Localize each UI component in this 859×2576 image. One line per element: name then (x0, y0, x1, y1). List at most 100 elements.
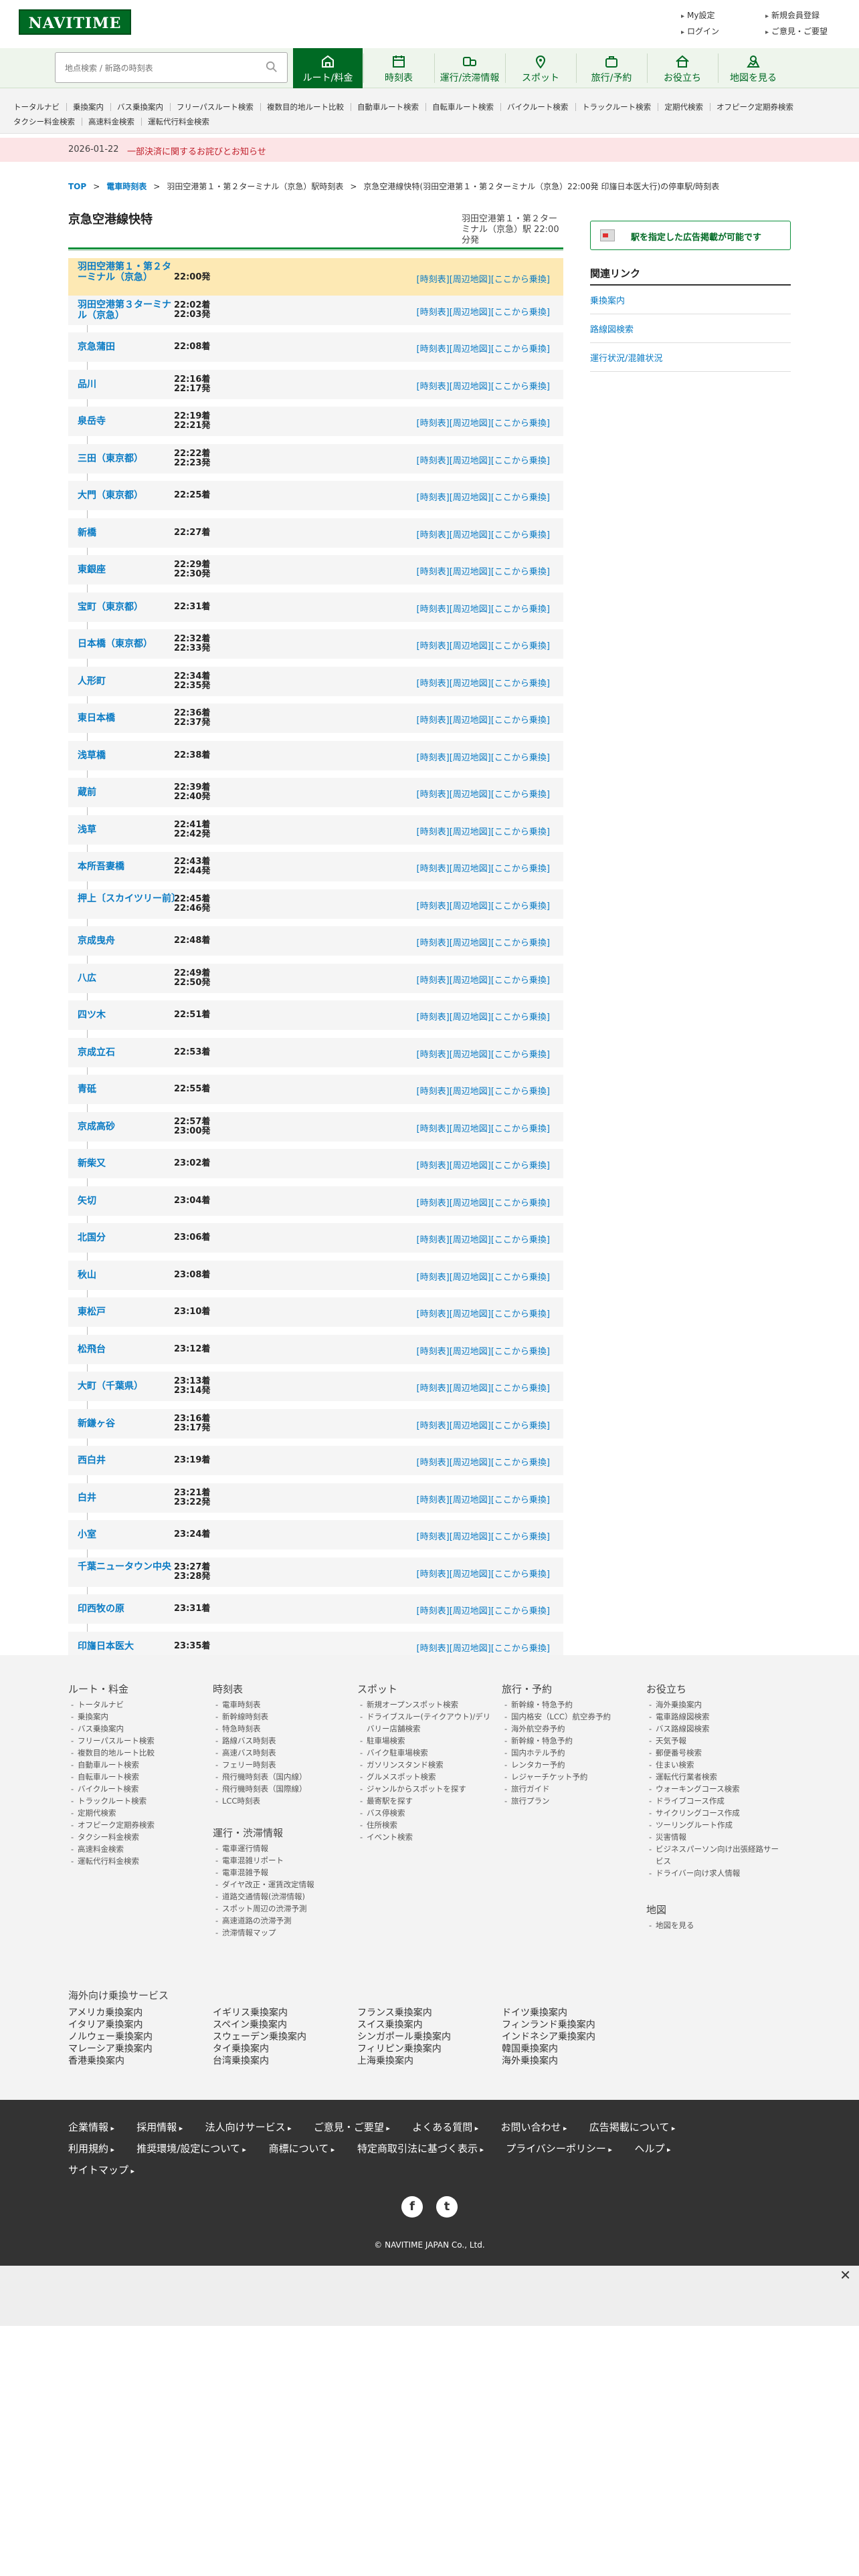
sitemap-link[interactable]: 飛行機時刻表（国際線） (213, 1783, 350, 1795)
stop-link-timetable[interactable]: [時刻表] (417, 679, 450, 689)
stop-name[interactable]: 泉岳寺 (78, 416, 178, 427)
sitemap-link[interactable]: ビジネスパーソン向け出張経路サービス (646, 1843, 783, 1867)
sitemap-link[interactable]: 渋滞情報マップ (213, 1927, 350, 1939)
stop-name[interactable]: 大町（千葉県） (78, 1381, 178, 1392)
stop-name[interactable]: 東日本橋 (78, 713, 178, 724)
stop-name[interactable]: 三田（東京都） (78, 453, 178, 464)
stop-name[interactable]: 千葉ニュータウン中央 (78, 1562, 178, 1572)
stop-link-map[interactable]: [周辺地図] (450, 1198, 491, 1208)
footer-link[interactable]: プライバシーポリシー (506, 2141, 612, 2155)
stop-link-board[interactable]: [ここから乗換] (491, 275, 550, 285)
sitemap-heading[interactable]: お役立ち (646, 1682, 783, 1696)
stop-name[interactable]: 押上〔スカイツリー前〕 (78, 893, 181, 904)
nav-item-map[interactable]: 地図を見る (719, 48, 788, 88)
sitemap-heading[interactable]: 時刻表 (213, 1682, 350, 1696)
overseas-link[interactable]: タイ乗換案内 (213, 2042, 269, 2055)
my-settings-link[interactable]: My設定 (681, 9, 714, 21)
subnav-link[interactable]: バイクルート検索 (507, 102, 568, 112)
stop-link-timetable[interactable]: [時刻表] (417, 419, 450, 429)
sitemap-link[interactable]: 地図を見る (646, 1919, 783, 1931)
related-link-route-map[interactable]: 路線図検索 (590, 314, 791, 343)
stop-link-board[interactable]: [ここから乗換] (491, 567, 550, 577)
stop-name[interactable]: 新柴又 (78, 1158, 178, 1169)
stop-link-map[interactable]: [周辺地図] (450, 1532, 491, 1542)
search-icon[interactable] (266, 61, 278, 73)
stop-link-board[interactable]: [ここから乗換] (491, 864, 550, 874)
stop-name[interactable]: 青砥 (78, 1084, 178, 1095)
stop-link-timetable[interactable]: [時刻表] (417, 605, 450, 615)
stop-link-board[interactable]: [ここから乗換] (491, 1421, 550, 1431)
stop-link-timetable[interactable]: [時刻表] (417, 1347, 450, 1357)
sitemap-link[interactable]: ツーリングルート作成 (646, 1819, 783, 1831)
stop-link-map[interactable]: [周辺地図] (450, 530, 491, 540)
sitemap-link[interactable]: 自動車ルート検索 (68, 1759, 205, 1771)
stop-link-board[interactable]: [ここから乗換] (491, 308, 550, 318)
stop-link-map[interactable]: [周辺地図] (450, 1458, 491, 1468)
stop-link-timetable[interactable]: [時刻表] (417, 567, 450, 577)
subnav-link[interactable]: タクシー料金検索 (13, 116, 75, 127)
stop-name[interactable]: 北国分 (78, 1232, 178, 1243)
stop-name[interactable]: 本所吾妻橋 (78, 861, 178, 872)
subnav-link[interactable]: 乗換案内 (73, 102, 104, 112)
stop-link-timetable[interactable]: [時刻表] (417, 1087, 450, 1097)
stop-name[interactable]: 新橋 (78, 528, 178, 538)
stop-link-timetable[interactable]: [時刻表] (417, 790, 450, 800)
stop-link-timetable[interactable]: [時刻表] (417, 1570, 450, 1580)
overseas-link[interactable]: シンガポール乗換案内 (357, 2030, 451, 2043)
stop-link-timetable[interactable]: [時刻表] (417, 1644, 450, 1654)
sitemap-heading[interactable]: スポット (357, 1682, 494, 1696)
nav-item-traffic[interactable]: 運行/渋滞情報 (435, 48, 504, 88)
subnav-link[interactable]: 高速料金検索 (88, 116, 134, 127)
stop-name[interactable]: 浅草 (78, 825, 178, 835)
subnav-link[interactable]: 複数目的地ルート比較 (267, 102, 344, 112)
sitemap-link[interactable]: 乗換案内 (68, 1711, 205, 1723)
sitemap-link[interactable]: 道路交通情報(渋滞情報) (213, 1891, 350, 1903)
stop-link-map[interactable]: [周辺地図] (450, 344, 491, 354)
sitemap-link[interactable]: サイクリングコース作成 (646, 1807, 783, 1819)
stop-name[interactable]: 京成高砂 (78, 1121, 178, 1132)
sitemap-link[interactable]: 住まい検索 (646, 1759, 783, 1771)
stop-link-board[interactable]: [ここから乗換] (491, 753, 550, 763)
stop-link-board[interactable]: [ここから乗換] (491, 976, 550, 986)
stop-link-timetable[interactable]: [時刻表] (417, 1309, 450, 1319)
stop-link-board[interactable]: [ここから乗換] (491, 1087, 550, 1097)
sitemap-link[interactable]: 新幹線・特急予約 (502, 1699, 639, 1711)
sitemap-link[interactable]: 電車路線図検索 (646, 1711, 783, 1723)
stop-name[interactable]: 東銀座 (78, 564, 178, 575)
stop-link-timetable[interactable]: [時刻表] (417, 1161, 450, 1171)
sitemap-link[interactable]: LCC時刻表 (213, 1795, 350, 1807)
feedback-link[interactable]: ご意見・ご要望 (765, 25, 828, 37)
stop-link-timetable[interactable]: [時刻表] (417, 827, 450, 837)
stop-link-board[interactable]: [ここから乗換] (491, 1235, 550, 1245)
stop-link-map[interactable]: [周辺地図] (450, 827, 491, 837)
stop-link-timetable[interactable]: [時刻表] (417, 1606, 450, 1616)
register-link[interactable]: 新規会員登録 (765, 9, 820, 21)
stop-link-board[interactable]: [ここから乗換] (491, 1050, 550, 1060)
overseas-link[interactable]: フィンランド乗換案内 (502, 2018, 595, 2031)
stop-link-timetable[interactable]: [時刻表] (417, 1198, 450, 1208)
overseas-link[interactable]: ノルウェー乗換案内 (68, 2030, 153, 2043)
stop-name[interactable]: 羽田空港第１・第２ターミナル（京急） (78, 261, 178, 283)
stop-link-map[interactable]: [周辺地図] (450, 1570, 491, 1580)
stop-link-map[interactable]: [周辺地図] (450, 901, 491, 911)
stop-link-timetable[interactable]: [時刻表] (417, 1050, 450, 1060)
stop-link-timetable[interactable]: [時刻表] (417, 976, 450, 986)
subnav-link[interactable]: フリーパスルート検索 (177, 102, 254, 112)
sitemap-link[interactable]: 海外乗換案内 (646, 1699, 783, 1711)
stop-link-map[interactable]: [周辺地図] (450, 753, 491, 763)
footer-link[interactable]: 企業情報 (68, 2120, 114, 2134)
stop-link-board[interactable]: [ここから乗換] (491, 419, 550, 429)
sitemap-link[interactable]: 運転代行業者検索 (646, 1771, 783, 1783)
stop-link-timetable[interactable]: [時刻表] (417, 938, 450, 948)
stop-link-board[interactable]: [ここから乗換] (491, 1644, 550, 1654)
stop-name[interactable]: 日本橋（東京都） (78, 639, 178, 649)
overseas-link[interactable]: 台湾乗換案内 (213, 2054, 269, 2067)
stop-link-map[interactable]: [周辺地図] (450, 1644, 491, 1654)
overseas-link[interactable]: 海外乗換案内 (502, 2054, 558, 2067)
stop-name[interactable]: 京成曳舟 (78, 936, 178, 946)
stop-link-board[interactable]: [ここから乗換] (491, 679, 550, 689)
sitemap-link[interactable]: オフピーク定期券検索 (68, 1819, 205, 1831)
overseas-link[interactable]: フィリピン乗換案内 (357, 2042, 442, 2055)
footer-link[interactable]: 利用規約 (68, 2141, 114, 2155)
stop-name[interactable]: 羽田空港第３ターミナル（京急） (78, 300, 178, 321)
